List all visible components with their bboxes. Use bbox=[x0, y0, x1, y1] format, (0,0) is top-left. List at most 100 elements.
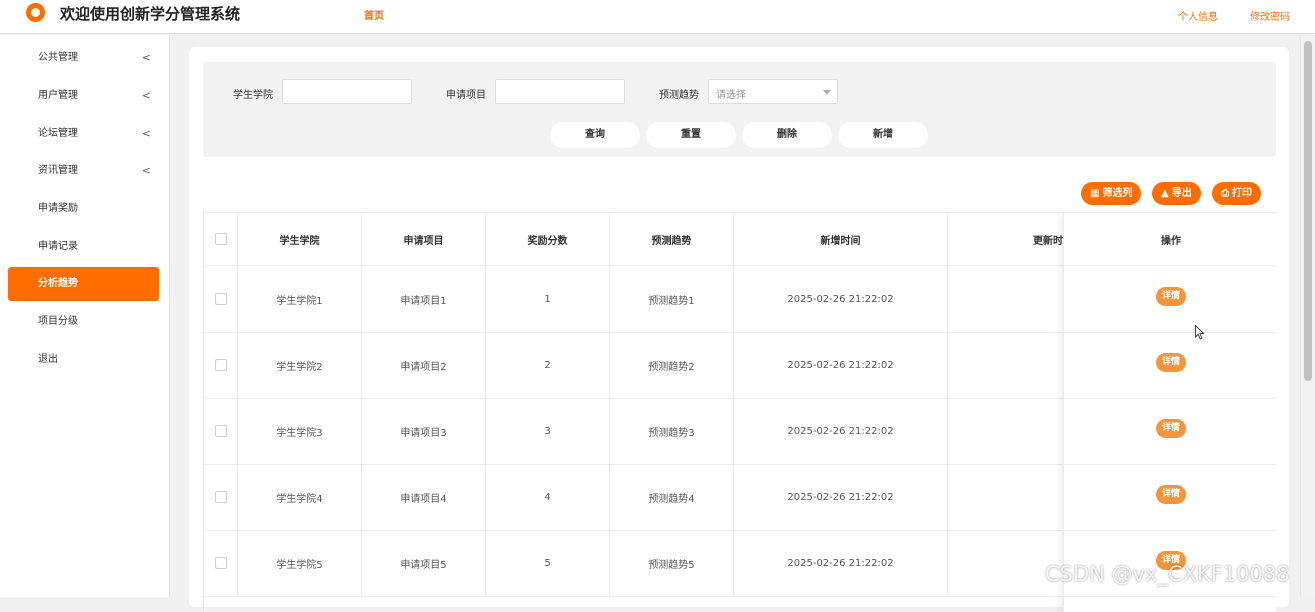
detail-button[interactable]: 详情 bbox=[1156, 352, 1186, 372]
print-label: 打印 bbox=[1232, 188, 1252, 199]
sidebar-item-users[interactable]: 用户管理 < bbox=[8, 79, 159, 113]
column-header-created[interactable]: 新增时间 bbox=[734, 213, 948, 265]
row-checkbox-cell bbox=[204, 332, 238, 398]
cell-college: 学生学院4 bbox=[238, 464, 362, 530]
table-icon: ▦ bbox=[1090, 188, 1100, 199]
caret-down-icon bbox=[823, 90, 831, 95]
sidebar-item-logout[interactable]: 退出 bbox=[8, 343, 159, 377]
cell-created: 2025-02-26 21:22:02 bbox=[734, 464, 948, 530]
cell-trend: 预测趋势5 bbox=[610, 530, 734, 596]
sidebar-item-label: 退出 bbox=[38, 354, 58, 365]
top-bar: 欢迎使用创新学分管理系统 首页 个人信息 修改密码 bbox=[0, 0, 1315, 34]
printer-icon: ⎙ bbox=[1221, 188, 1229, 199]
row-checkbox-cell bbox=[204, 266, 238, 332]
cell-project: 申请项目4 bbox=[362, 464, 486, 530]
college-input[interactable] bbox=[282, 79, 412, 104]
row-checkbox-cell bbox=[204, 464, 238, 530]
row-checkbox-cell bbox=[204, 530, 238, 596]
cell-score: 4 bbox=[486, 464, 610, 530]
cell-project: 申请项目2 bbox=[362, 332, 486, 398]
nav-profile-link[interactable]: 个人信息 bbox=[1178, 8, 1218, 23]
reset-button[interactable]: 重置 bbox=[646, 122, 736, 148]
search-panel: 学生学院 申请项目 预测趋势 请选择 查询 重置 删除 新增 bbox=[203, 62, 1276, 157]
cell-score: 2 bbox=[486, 332, 610, 398]
chevron-left-icon: < bbox=[141, 127, 151, 140]
sidebar: 公共管理 < 用户管理 < 论坛管理 < 资讯管理 < 申请奖励 申请记录 分析… bbox=[0, 35, 170, 597]
cell-created: 2025-02-26 21:22:02 bbox=[734, 332, 948, 398]
sidebar-item-project-grading[interactable]: 项目分级 bbox=[8, 305, 159, 339]
sidebar-item-forum[interactable]: 论坛管理 < bbox=[8, 117, 159, 151]
column-header-college[interactable]: 学生学院 bbox=[238, 213, 362, 265]
cell-project: 申请项目3 bbox=[362, 398, 486, 464]
cell-action: 详情 bbox=[1064, 464, 1276, 524]
logo-icon bbox=[26, 3, 45, 22]
filter-columns-button[interactable]: ▦ 筛选列 bbox=[1081, 182, 1142, 205]
column-header-score[interactable]: 奖励分数 bbox=[486, 213, 610, 265]
trend-select[interactable]: 请选择 bbox=[708, 79, 838, 104]
row-checkbox[interactable] bbox=[214, 491, 227, 503]
watermark: CSDN @vx_CXKF10088 bbox=[1045, 562, 1290, 586]
sidebar-item-label: 申请奖励 bbox=[38, 203, 78, 214]
column-header-action: 操作 bbox=[1161, 235, 1181, 247]
cell-action: 详情 bbox=[1064, 398, 1276, 458]
project-label: 申请项目 bbox=[446, 90, 486, 101]
sidebar-item-trend-analysis[interactable]: 分析趋势 bbox=[8, 267, 159, 301]
trend-label: 预测趋势 bbox=[659, 90, 699, 101]
sidebar-item-news[interactable]: 资讯管理 < bbox=[8, 154, 159, 188]
cell-college: 学生学院3 bbox=[238, 398, 362, 464]
nav-home-link[interactable]: 首页 bbox=[364, 7, 384, 22]
detail-button[interactable]: 详情 bbox=[1156, 286, 1186, 306]
system-title: 欢迎使用创新学分管理系统 bbox=[60, 5, 241, 23]
sidebar-item-label: 用户管理 bbox=[38, 90, 78, 101]
print-button[interactable]: ⎙ 打印 bbox=[1212, 182, 1261, 205]
export-label: 导出 bbox=[1171, 188, 1192, 199]
nav-change-password-link[interactable]: 修改密码 bbox=[1250, 8, 1290, 23]
row-checkbox[interactable] bbox=[214, 359, 227, 371]
cell-score: 1 bbox=[486, 266, 610, 332]
sidebar-item-label: 论坛管理 bbox=[38, 128, 78, 139]
filter-columns-label: 筛选列 bbox=[1102, 188, 1133, 199]
sidebar-item-public[interactable]: 公共管理 < bbox=[8, 41, 159, 75]
data-table: 学生学院 申请项目 奖励分数 预测趋势 新增时间 更新时 学生学院1 申请项目1 1… bbox=[203, 212, 1276, 612]
cell-project: 申请项目5 bbox=[362, 530, 486, 596]
cell-college: 学生学院5 bbox=[238, 530, 362, 596]
cell-project: 申请项目1 bbox=[362, 266, 486, 332]
page-scrollbar[interactable] bbox=[1300, 35, 1315, 597]
row-checkbox[interactable] bbox=[214, 557, 227, 569]
sidebar-item-apply-reward[interactable]: 申请奖励 bbox=[8, 192, 159, 226]
detail-button[interactable]: 详情 bbox=[1156, 484, 1186, 504]
cell-trend: 预测趋势2 bbox=[610, 332, 734, 398]
column-header-project[interactable]: 申请项目 bbox=[362, 213, 486, 265]
detail-button[interactable]: 详情 bbox=[1156, 418, 1186, 438]
fixed-action-column: 操作 详情 详情 详情 详情 详情 bbox=[1063, 213, 1276, 612]
query-button[interactable]: 查询 bbox=[550, 122, 640, 148]
add-button[interactable]: 新增 bbox=[838, 122, 928, 148]
sidebar-item-label: 分析趋势 bbox=[38, 278, 78, 289]
column-header-trend[interactable]: 预测趋势 bbox=[610, 213, 734, 265]
cell-action: 详情 bbox=[1064, 266, 1276, 326]
export-icon: ▲ bbox=[1161, 188, 1169, 199]
sidebar-item-apply-records[interactable]: 申请记录 bbox=[8, 230, 159, 264]
export-button[interactable]: ▲ 导出 bbox=[1152, 182, 1201, 205]
cell-action: 详情 bbox=[1064, 332, 1276, 392]
sidebar-item-label: 资讯管理 bbox=[38, 165, 78, 176]
chevron-left-icon: < bbox=[141, 164, 151, 177]
row-checkbox[interactable] bbox=[214, 425, 227, 437]
row-checkbox-cell bbox=[204, 398, 238, 464]
cell-college: 学生学院2 bbox=[238, 332, 362, 398]
cell-score: 3 bbox=[486, 398, 610, 464]
cell-created: 2025-02-26 21:22:02 bbox=[734, 530, 948, 596]
delete-button[interactable]: 删除 bbox=[742, 122, 832, 148]
scrollbar-thumb[interactable] bbox=[1304, 41, 1312, 381]
cell-trend: 预测趋势1 bbox=[610, 266, 734, 332]
college-label: 学生学院 bbox=[233, 90, 273, 101]
cell-created: 2025-02-26 21:22:02 bbox=[734, 398, 948, 464]
project-input[interactable] bbox=[495, 79, 625, 104]
sidebar-item-label: 项目分级 bbox=[38, 316, 78, 327]
cell-trend: 预测趋势4 bbox=[610, 464, 734, 530]
row-checkbox[interactable] bbox=[214, 293, 227, 305]
cell-score: 5 bbox=[486, 530, 610, 596]
select-all-checkbox[interactable] bbox=[214, 233, 227, 245]
main-content: 学生学院 申请项目 预测趋势 请选择 查询 重置 删除 新增 ▦ 筛选列 ▲ 导出 … bbox=[189, 47, 1289, 612]
cell-created: 2025-02-26 21:22:02 bbox=[734, 266, 948, 332]
